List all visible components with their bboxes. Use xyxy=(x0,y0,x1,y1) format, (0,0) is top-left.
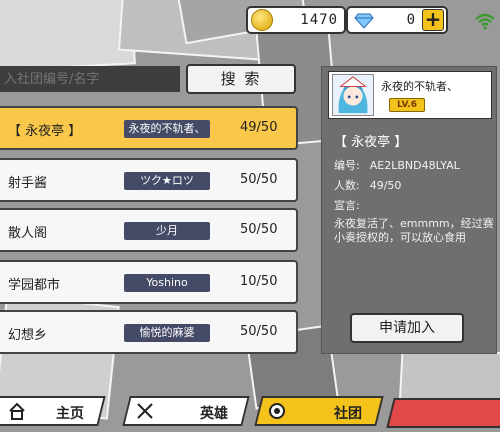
leader-card: 永夜的不轨者、 LV.6 xyxy=(328,71,492,119)
gem-counter: 0 + xyxy=(346,6,448,34)
add-gems-button[interactable]: + xyxy=(422,9,444,31)
tab-guild[interactable]: 社团 xyxy=(254,396,384,426)
extra-menu-button[interactable] xyxy=(386,398,500,428)
guild-title: 【 永夜亭 】 xyxy=(334,135,408,150)
guild-member-count: 50/50 xyxy=(240,222,278,237)
guild-row[interactable]: 射手酱 ツク★ロツ 50/50 xyxy=(0,158,298,202)
guild-row[interactable]: 【 永夜亭 】 永夜的不轨者、 49/50 xyxy=(0,106,298,150)
guild-members-label: 人数: xyxy=(334,179,360,192)
guild-name: 幻想乡 xyxy=(8,328,48,343)
search-button[interactable]: 搜 索 xyxy=(186,64,296,94)
leader-name: 永夜的不轨者、 xyxy=(381,80,458,93)
tab-hero-label: 英雄 xyxy=(200,406,228,422)
wifi-icon xyxy=(475,13,495,30)
level-badge: LV.6 xyxy=(389,98,425,112)
search-input[interactable] xyxy=(0,66,180,92)
gold-coin-icon xyxy=(251,9,273,31)
guild-row[interactable]: 散人阁 少月 50/50 xyxy=(0,208,298,252)
guild-member-count: 50/50 xyxy=(240,172,278,187)
guild-members-line: 人数: 49/50 xyxy=(334,177,401,193)
guild-name: 散人阁 xyxy=(8,226,48,241)
guild-leader-tag: 永夜的不轨者、 xyxy=(124,120,210,138)
home-icon xyxy=(9,402,25,420)
guild-leader-tag: Yoshino xyxy=(124,274,210,292)
guild-name: 【 永夜亭 】 xyxy=(8,124,82,139)
guild-row[interactable]: 学园都市 Yoshino 10/50 xyxy=(0,260,298,304)
diamond-icon xyxy=(354,13,374,29)
tab-hero[interactable]: 英雄 xyxy=(122,396,250,426)
coin-counter: 1470 xyxy=(246,6,346,34)
guild-id-line: 编号: AE2LBND48LYAL xyxy=(334,157,460,173)
guild-leader-tag: 愉悦的麻婆 xyxy=(124,324,210,342)
guild-declaration: 永夜复活了、emmmm，经过赛小奏授权的，可以放心食用 xyxy=(334,217,494,244)
bottom-navigation: 主页 英雄 社团 xyxy=(0,392,500,432)
guild-row[interactable]: 幻想乡 愉悦的麻婆 50/50 xyxy=(0,310,298,354)
declaration-label: 宣言: xyxy=(334,199,360,212)
guild-name: 射手酱 xyxy=(8,176,48,191)
guild-member-count: 10/50 xyxy=(240,274,278,289)
guild-name: 学园都市 xyxy=(8,278,61,293)
apply-join-button[interactable]: 申请加入 xyxy=(350,313,464,343)
guild-leader-tag: ツク★ロツ xyxy=(124,172,210,190)
gem-value: 0 xyxy=(406,12,416,28)
avatar xyxy=(332,74,374,116)
guild-emblem-icon xyxy=(269,403,285,419)
guild-member-count: 50/50 xyxy=(240,324,278,339)
tab-home-label: 主页 xyxy=(56,406,84,422)
guild-id-label: 编号: xyxy=(334,159,360,172)
tab-home[interactable]: 主页 xyxy=(0,396,106,426)
guild-members-value: 49/50 xyxy=(369,179,402,192)
tab-guild-label: 社团 xyxy=(334,406,362,422)
guild-id-value: AE2LBND48LYAL xyxy=(369,159,460,172)
guild-leader-tag: 少月 xyxy=(124,222,210,240)
guild-member-count: 49/50 xyxy=(240,120,278,135)
coin-value: 1470 xyxy=(300,12,338,28)
guild-detail-panel: 永夜的不轨者、 LV.6 【 永夜亭 】 编号: AE2LBND48LYAL 人数… xyxy=(321,66,497,354)
crossed-swords-icon xyxy=(137,403,153,419)
top-resource-bar: 1470 0 + xyxy=(0,0,500,40)
